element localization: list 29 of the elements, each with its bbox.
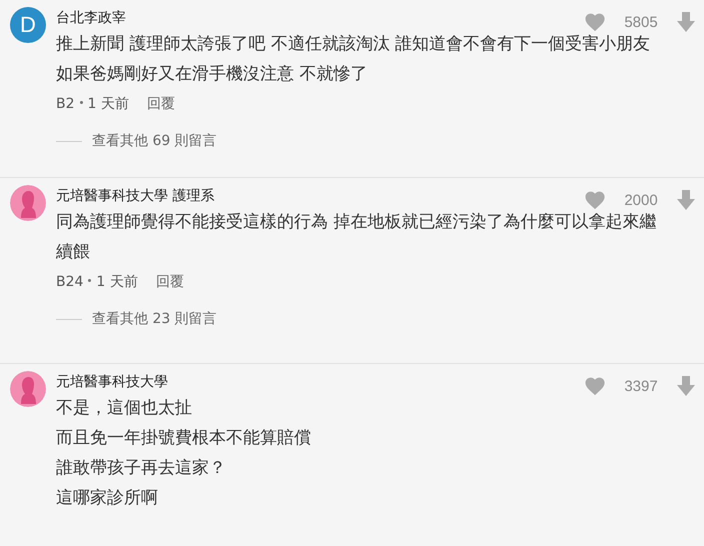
author-name[interactable]: 元培醫事科技大學 護理系 <box>56 187 214 205</box>
comment-text: 如果爸媽剛好又在滑手機沒注意 不就慘了 <box>56 63 368 86</box>
comment-text: 誰敢帶孩子再去這家？ <box>56 457 227 480</box>
view-more-replies-link[interactable]: 查看其他 23 則留言 <box>92 310 217 328</box>
down-arrow-icon[interactable] <box>676 11 696 33</box>
timestamp: 1 天前 <box>87 273 138 291</box>
down-arrow-icon[interactable] <box>676 375 696 397</box>
author-name[interactable]: 元培醫事科技大學 <box>56 373 168 391</box>
view-more-replies-link[interactable]: 查看其他 69 則留言 <box>92 132 217 150</box>
comment-text: 同為護理師覺得不能接受這樣的行為 掉在地板就已經污染了為什麼可以拿起來繼 <box>56 211 658 234</box>
author-name[interactable]: 台北李政宰 <box>56 9 126 27</box>
comment-text: 續餵 <box>56 241 91 264</box>
floor-number: B24 <box>56 274 84 290</box>
floor-number: B2 <box>56 96 75 112</box>
heart-icon[interactable] <box>584 12 606 32</box>
comment-text: 而且免一年掛號費根本不能算賠償 <box>56 427 312 450</box>
like-count: 2000 <box>623 192 659 208</box>
reply-link[interactable]: 回覆 <box>146 95 175 113</box>
comment-text: 推上新聞 護理師太誇張了吧 不適任就該淘汰 誰知道會不會有下一個受害小朋友 <box>56 33 652 56</box>
like-count: 5805 <box>623 14 659 30</box>
heart-icon[interactable] <box>584 376 606 396</box>
comment-text: 不是，這個也太扯 <box>56 397 193 420</box>
reply-link[interactable]: 回覆 <box>156 273 184 291</box>
down-arrow-icon[interactable] <box>676 189 696 211</box>
like-count: 3397 <box>623 378 659 394</box>
heart-icon[interactable] <box>584 190 606 210</box>
timestamp: 1 天前 <box>78 95 129 113</box>
avatar: D <box>10 7 46 43</box>
comment-text: 這哪家診所啊 <box>56 487 159 510</box>
